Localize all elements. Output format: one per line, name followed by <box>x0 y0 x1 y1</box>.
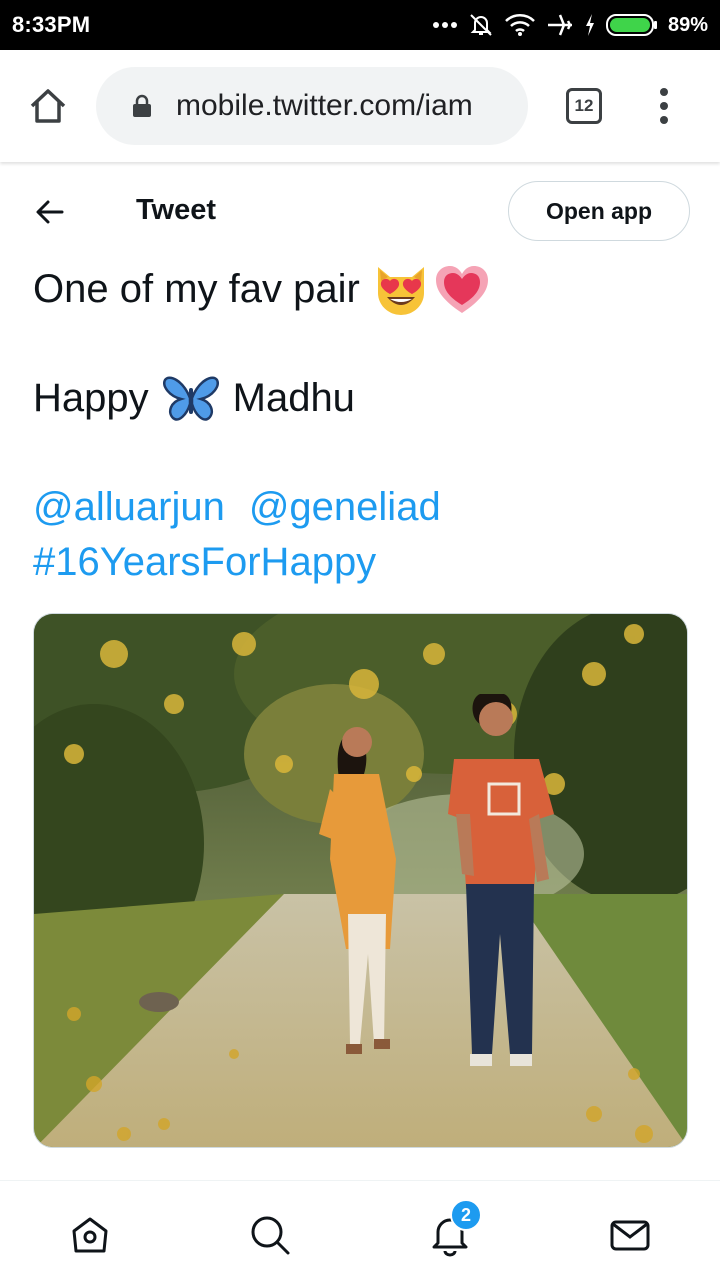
wifi-icon <box>505 14 535 36</box>
tweet-line-1: One of my fav pair <box>33 262 693 317</box>
overflow-menu-button[interactable] <box>650 86 678 126</box>
line-spacer <box>33 317 693 371</box>
tweet-line-2: Happy Madhu <box>33 371 693 426</box>
hashtag-link[interactable]: #16YearsForHappy <box>33 535 376 590</box>
home-button[interactable] <box>28 86 68 126</box>
tweet-hashtag-line: #16YearsForHappy <box>33 535 693 590</box>
line-spacer <box>33 426 693 480</box>
more-dots-icon <box>432 22 457 28</box>
address-bar[interactable]: mobile.twitter.com/iam <box>96 67 528 145</box>
mention-link[interactable]: @geneliad <box>249 480 441 535</box>
tweet-line-1-text: One of my fav pair <box>33 267 360 311</box>
tweet-photo[interactable] <box>33 613 688 1148</box>
back-arrow-icon <box>36 200 64 224</box>
mail-icon <box>610 1220 650 1251</box>
open-app-button[interactable]: Open app <box>508 181 690 241</box>
tweet-mentions: @alluarjun @geneliad <box>33 480 693 535</box>
nav-explore[interactable] <box>246 1211 294 1259</box>
nav-messages[interactable] <box>606 1211 654 1259</box>
battery-icon <box>605 14 657 36</box>
tab-count: 12 <box>574 96 594 115</box>
status-bar: 8:33PM 89% <box>0 0 720 50</box>
search-icon <box>251 1216 290 1255</box>
browser-toolbar: mobile.twitter.com/iam 12 <box>0 50 720 162</box>
menu-dot <box>660 88 668 96</box>
growing-heart-emoji <box>435 265 488 313</box>
page-title: Tweet <box>136 194 217 226</box>
butterfly-emoji <box>162 376 219 421</box>
nav-home[interactable] <box>66 1211 114 1259</box>
url-text: mobile.twitter.com/iam <box>176 89 473 122</box>
home-icon <box>72 1217 108 1253</box>
charging-icon <box>585 14 594 36</box>
tweet-line-2-after: Madhu <box>232 376 355 420</box>
mention-link[interactable]: @alluarjun <box>33 480 225 535</box>
tweet-header: Tweet Open app <box>0 162 720 260</box>
notification-badge: 2 <box>450 1199 482 1231</box>
tweet-line-2-before: Happy <box>33 376 149 420</box>
back-button[interactable] <box>34 196 66 228</box>
tweet-text: One of my fav pair Happy Madhu @alluarju… <box>33 262 693 590</box>
airplane-icon <box>547 14 572 36</box>
menu-dot <box>660 116 668 124</box>
lock-icon <box>133 94 151 117</box>
heart-eyes-cat-emoji <box>377 266 424 315</box>
muted-bell-icon <box>470 14 492 36</box>
status-icons: 89% <box>432 12 708 38</box>
menu-dot <box>660 102 668 110</box>
photo-illustration <box>34 614 687 1147</box>
tabs-button[interactable]: 12 <box>566 88 602 124</box>
battery-percentage: 89% <box>667 13 708 36</box>
bottom-navigation: 2 <box>0 1180 720 1280</box>
status-time: 8:33PM <box>12 12 91 37</box>
home-icon <box>30 89 66 123</box>
